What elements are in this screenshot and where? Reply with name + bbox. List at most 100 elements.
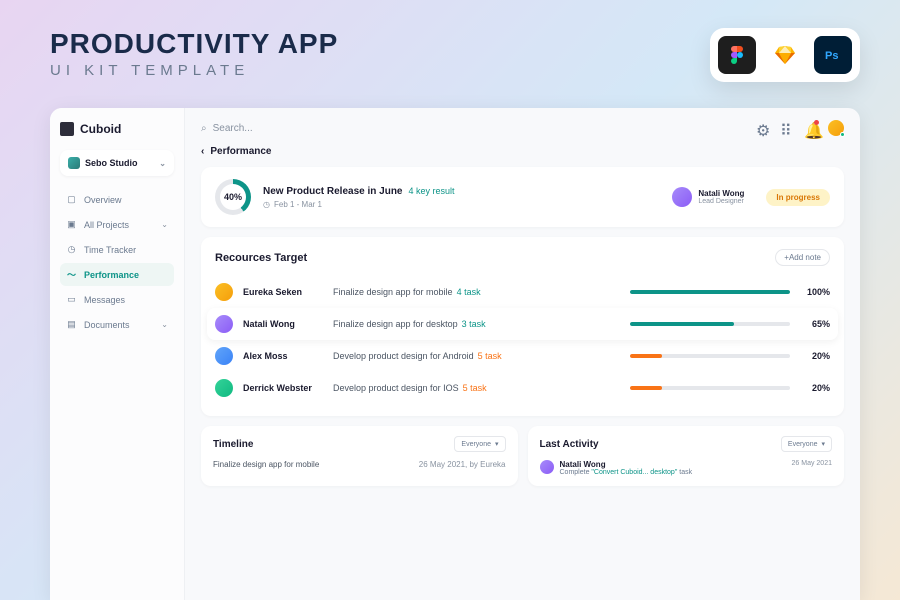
chevron-down-icon: ▾ (821, 440, 825, 448)
grid-icon: ⠿ (780, 123, 792, 140)
filter-label: Everyone (788, 441, 818, 448)
user-avatar[interactable] (828, 120, 844, 136)
progress-percent: 100% (800, 287, 830, 297)
timeline-filter[interactable]: Everyone ▾ (454, 436, 505, 452)
avatar (540, 460, 554, 474)
settings-button[interactable]: ⚙ (756, 121, 770, 135)
resource-row[interactable]: Alex Moss Develop product design for And… (215, 340, 830, 372)
task-count: 5 task (478, 351, 502, 361)
resource-row[interactable]: Eureka Seken Finalize design app for mob… (215, 276, 830, 308)
goal-title: New Product Release in June (263, 186, 403, 197)
activity-item: Natali Wong Complete "Convert Cuboid... … (540, 460, 833, 476)
chevron-down-icon: ⌄ (159, 159, 166, 168)
nav-label: Documents (84, 320, 130, 330)
notification-dot (814, 120, 819, 125)
goal-info: New Product Release in June 4 key result… (263, 186, 455, 209)
chevron-down-icon: ▾ (495, 440, 499, 448)
chevron-left-icon: ‹ (201, 146, 204, 157)
figma-icon (718, 36, 756, 74)
goal-title-row: New Product Release in June 4 key result (263, 186, 455, 197)
task-count: 4 task (457, 287, 481, 297)
sidebar-item-tracker[interactable]: ◷ Time Tracker (60, 238, 174, 261)
sidebar-item-messages[interactable]: ▭ Messages (60, 288, 174, 311)
resource-row[interactable]: Natali Wong Finalize design app for desk… (207, 308, 838, 340)
progress-bar (630, 290, 790, 294)
goal-assignee: Natali Wong Lead Designer (672, 187, 744, 207)
goal-card: 40% New Product Release in June 4 key re… (201, 167, 844, 227)
task-count: 5 task (463, 383, 487, 393)
sidebar-item-projects[interactable]: ▣ All Projects ⌄ (60, 213, 174, 236)
presence-dot (840, 132, 845, 137)
notifications-button[interactable]: 🔔 (804, 121, 818, 135)
progress-percent: 20% (800, 351, 830, 361)
resource-name: Alex Moss (243, 351, 323, 361)
timeline-card: Timeline Everyone ▾ Finalize design app … (201, 426, 518, 486)
resource-name: Natali Wong (243, 319, 323, 329)
activity-title: Last Activity (540, 439, 599, 450)
brand-name: Cuboid (80, 122, 121, 136)
progress-ring: 40% (215, 179, 251, 215)
key-result-link[interactable]: 4 key result (409, 186, 455, 196)
document-icon: ▤ (66, 319, 77, 330)
chevron-down-icon: ⌄ (161, 320, 168, 329)
hero-heading: PRODUCTIVITY APP (50, 28, 338, 60)
sidebar: Cuboid Sebo Studio ⌄ ▢ Overview ▣ All Pr… (50, 108, 185, 600)
resources-title: Recources Target (215, 252, 307, 264)
resource-task: Develop product design for IOS5 task (333, 383, 620, 393)
message-icon: ▭ (66, 294, 77, 305)
chart-line-icon: 〜 (66, 269, 77, 280)
nav-label: Overview (84, 195, 122, 205)
activity-date: 26 May 2021 (792, 460, 832, 476)
dashboard-window: Cuboid Sebo Studio ⌄ ▢ Overview ▣ All Pr… (50, 108, 860, 600)
workspace-selector[interactable]: Sebo Studio ⌄ (60, 150, 174, 176)
resource-task: Finalize design app for mobile4 task (333, 287, 620, 297)
main-content: ⌕ Search... ⚙ ⠿ 🔔 ‹ Performance 40% New … (185, 108, 860, 600)
resources-card: Recources Target +Add note Eureka Seken … (201, 237, 844, 416)
timeline-item: Finalize design app for mobile 26 May 20… (213, 460, 506, 469)
sidebar-item-performance[interactable]: 〜 Performance (60, 263, 174, 286)
nav-label: Performance (84, 270, 139, 280)
task-count: 3 task (462, 319, 486, 329)
logo-icon (60, 122, 74, 136)
goal-date: ◷ Feb 1 - Mar 1 (263, 200, 455, 209)
hero-title: PRODUCTIVITY APP UI KIT TEMPLATE (50, 28, 338, 79)
resource-name: Derrick Webster (243, 383, 323, 393)
assignee-role: Lead Designer (698, 198, 744, 205)
sketch-icon (766, 36, 804, 74)
topbar-actions: ⚙ ⠿ 🔔 (756, 120, 844, 136)
avatar (215, 315, 233, 333)
progress-bar (630, 322, 790, 326)
resource-name: Eureka Seken (243, 287, 323, 297)
progress-bar (630, 386, 790, 390)
resources-list: Eureka Seken Finalize design app for mob… (215, 276, 830, 404)
gear-icon: ⚙ (756, 123, 770, 140)
timer-icon: ◷ (66, 244, 77, 255)
monitor-icon: ▢ (66, 194, 77, 205)
resource-task: Develop product design for Android5 task (333, 351, 620, 361)
progress-percent: 40% (224, 192, 242, 202)
brand-logo[interactable]: Cuboid (60, 122, 174, 136)
nav-label: Messages (84, 295, 125, 305)
topbar: ⌕ Search... ⚙ ⠿ 🔔 (201, 120, 844, 136)
avatar (215, 283, 233, 301)
search-input[interactable]: ⌕ Search... (201, 123, 746, 134)
apps-button[interactable]: ⠿ (780, 121, 794, 135)
assignee-info: Natali Wong Lead Designer (698, 189, 744, 205)
goal-date-text: Feb 1 - Mar 1 (274, 200, 322, 209)
search-icon: ⌕ (201, 123, 207, 134)
progress-bar (630, 354, 790, 358)
activity-desc: Complete "Convert Cuboid... desktop" tas… (560, 469, 693, 476)
sidebar-item-documents[interactable]: ▤ Documents ⌄ (60, 313, 174, 336)
avatar (672, 187, 692, 207)
breadcrumb[interactable]: ‹ Performance (201, 146, 844, 157)
activity-filter[interactable]: Everyone ▾ (781, 436, 832, 452)
resource-row[interactable]: Derrick Webster Develop product design f… (215, 372, 830, 404)
resource-task: Finalize design app for desktop3 task (333, 319, 620, 329)
timeline-title: Timeline (213, 439, 253, 450)
sidebar-item-overview[interactable]: ▢ Overview (60, 188, 174, 211)
nav-label: All Projects (84, 220, 129, 230)
activity-text: Natali Wong Complete "Convert Cuboid... … (560, 460, 693, 476)
add-note-button[interactable]: +Add note (775, 249, 830, 266)
activity-task-link[interactable]: "Convert Cuboid... desktop" (591, 469, 677, 476)
avatar (215, 347, 233, 365)
